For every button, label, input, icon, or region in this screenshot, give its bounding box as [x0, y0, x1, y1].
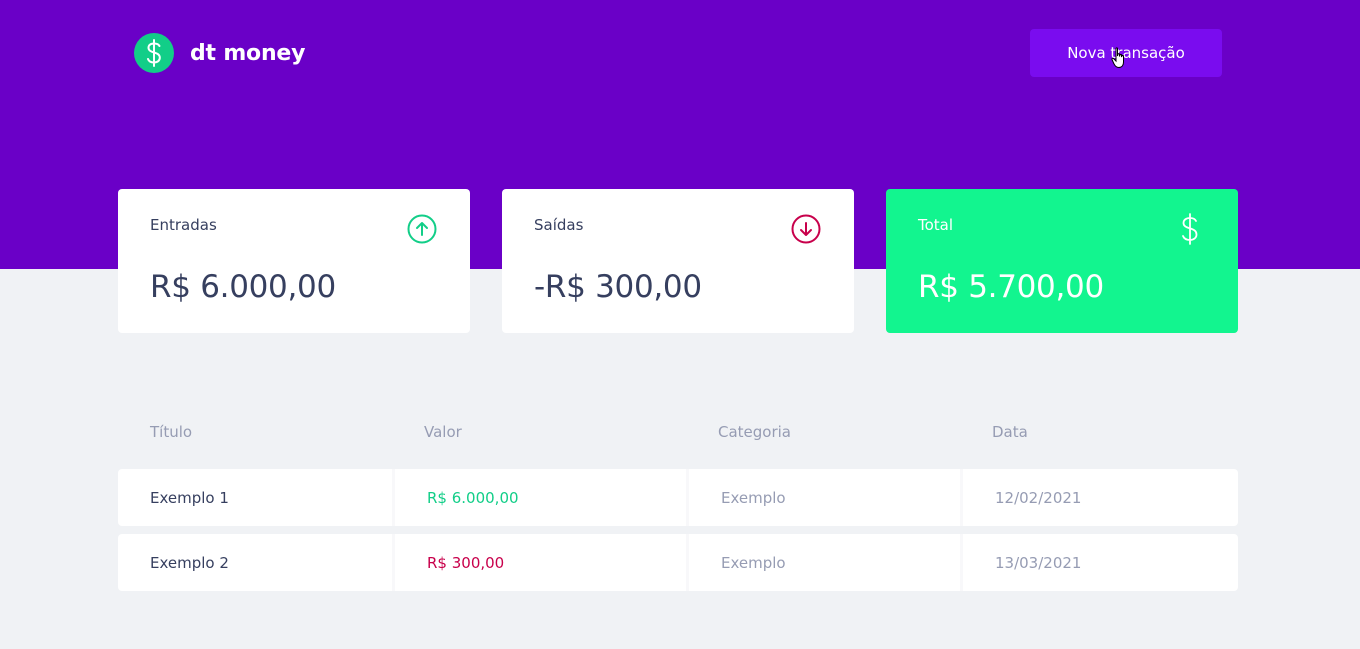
table-row: Exemplo 1 R$ 6.000,00 Exemplo 12/02/2021	[118, 469, 1238, 526]
cell-category: Exemplo	[686, 534, 960, 591]
cell-amount: R$ 6.000,00	[392, 469, 686, 526]
new-transaction-button[interactable]: Nova transação	[1030, 29, 1222, 77]
total-label: Total	[918, 216, 954, 234]
column-header-category: Categoria	[718, 423, 792, 441]
transactions-table: Título Valor Categoria Data Exemplo 1 R$…	[118, 410, 1238, 591]
dollar-sign-icon	[1182, 213, 1198, 245]
income-card: Entradas R$ 6.000,00	[118, 189, 470, 333]
outcome-card: Saídas -R$ 300,00	[502, 189, 854, 333]
logo-text: dt money	[190, 40, 306, 66]
outcome-label: Saídas	[534, 216, 584, 234]
cell-title: Exemplo 2	[150, 553, 229, 572]
dollar-logo-icon	[134, 33, 174, 73]
outcome-value: -R$ 300,00	[534, 269, 702, 305]
cell-date: 12/02/2021	[960, 469, 1238, 526]
total-value: R$ 5.700,00	[918, 269, 1104, 305]
table-row: Exemplo 2 R$ 300,00 Exemplo 13/03/2021	[118, 534, 1238, 591]
income-label: Entradas	[150, 216, 217, 234]
app-logo: dt money	[134, 33, 305, 73]
cell-amount: R$ 300,00	[392, 534, 686, 591]
table-header: Título Valor Categoria Data	[118, 410, 1238, 454]
arrow-down-circle-icon	[791, 214, 821, 244]
income-value: R$ 6.000,00	[150, 269, 336, 305]
cell-date: 13/03/2021	[960, 534, 1238, 591]
cell-category: Exemplo	[686, 469, 960, 526]
arrow-up-circle-icon	[407, 214, 437, 244]
column-header-title: Título	[150, 423, 193, 441]
column-header-date: Data	[992, 423, 1028, 441]
column-header-amount: Valor	[424, 423, 462, 441]
cell-title: Exemplo 1	[150, 488, 229, 507]
total-card: Total R$ 5.700,00	[886, 189, 1238, 333]
